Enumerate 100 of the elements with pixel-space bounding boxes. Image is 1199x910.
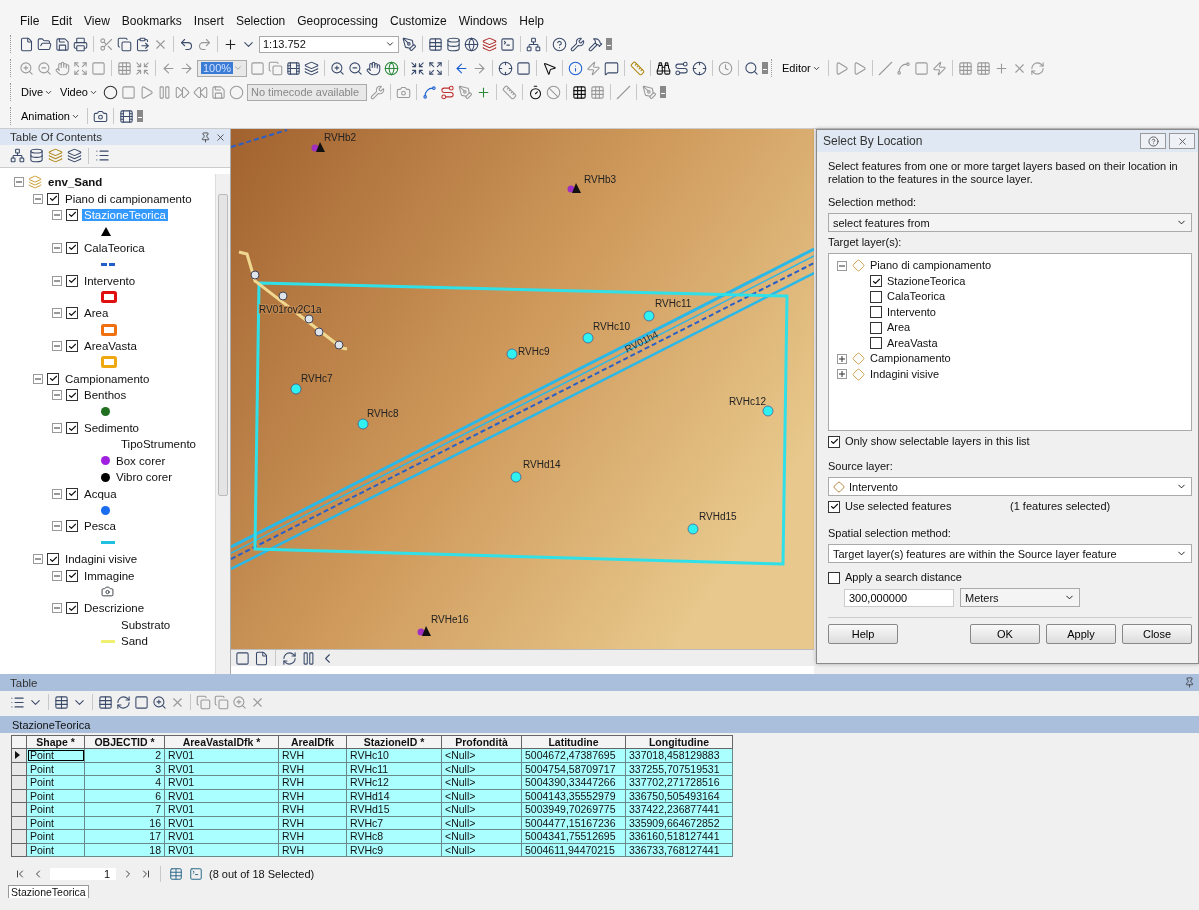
animation-menu[interactable]: Animation (19, 110, 82, 122)
column-header[interactable]: AreaIDfk (278, 735, 347, 749)
layer-name[interactable]: Sedimento (82, 422, 141, 435)
column-header[interactable]: Longitudine (625, 735, 733, 749)
checkbox[interactable] (66, 241, 78, 254)
collapse-icon[interactable] (52, 521, 62, 532)
selection-method-dropdown[interactable]: select features from (828, 213, 1192, 232)
collapse-icon[interactable] (33, 193, 43, 204)
table-icon[interactable] (428, 36, 443, 52)
cut-icon[interactable] (99, 36, 114, 52)
checkbox[interactable] (870, 275, 882, 288)
checkbox[interactable] (870, 321, 882, 334)
collapse-icon[interactable] (52, 423, 62, 434)
zoom-out-icon[interactable] (348, 60, 363, 76)
menu-item[interactable]: Windows (452, 12, 514, 30)
column-header[interactable]: Shape * (26, 735, 85, 749)
film-icon[interactable] (118, 108, 134, 124)
layers-icon[interactable] (482, 36, 497, 52)
checkbox[interactable] (870, 306, 882, 319)
layer-name[interactable]: Benthos (82, 389, 129, 402)
source-layer-dropdown[interactable]: Intervento (828, 477, 1192, 496)
layer-name[interactable]: CalaTeorica (887, 290, 946, 304)
collapse-icon[interactable] (52, 242, 62, 253)
layer-name[interactable]: env_Sand (46, 176, 105, 189)
column-header[interactable]: OBJECTID * (84, 735, 165, 749)
spatial-method-dropdown[interactable]: Target layer(s) features are within the Source layer feature (828, 544, 1192, 563)
checkbox[interactable] (47, 553, 59, 566)
pen-icon[interactable] (402, 36, 417, 52)
slash-icon[interactable] (615, 84, 631, 100)
stack-icon[interactable] (304, 60, 319, 76)
checkbox[interactable] (870, 290, 882, 303)
fast-forward-icon[interactable] (174, 84, 190, 100)
record-icon[interactable] (228, 84, 244, 100)
close-button[interactable] (1169, 133, 1195, 149)
layer-name[interactable]: Piano di campionamento (870, 259, 992, 273)
layer-name[interactable]: Intervento (887, 305, 936, 319)
pin-icon[interactable] (200, 131, 211, 143)
pointer-icon[interactable] (542, 60, 557, 76)
layer-name[interactable]: Campionamento (63, 372, 152, 385)
checkbox[interactable] (47, 372, 59, 385)
pause-icon[interactable] (301, 650, 316, 666)
layer-name[interactable]: AreaVasta (82, 340, 139, 353)
window-icon[interactable] (500, 36, 515, 52)
layer-name[interactable]: Immagine (82, 569, 137, 582)
zoom-in-icon[interactable] (330, 60, 345, 76)
options-icon[interactable] (10, 694, 25, 710)
ruler-icon[interactable] (630, 60, 645, 76)
clock-icon[interactable] (718, 60, 733, 76)
first-page-icon[interactable] (14, 868, 26, 880)
globe-icon[interactable] (384, 60, 399, 76)
shrink-icon[interactable] (410, 60, 425, 76)
film-icon[interactable] (286, 60, 301, 76)
layer-name[interactable]: Indagini visive (870, 367, 940, 381)
checkbox[interactable] (828, 571, 840, 584)
layer-name[interactable]: Intervento (82, 274, 138, 287)
last-page-icon[interactable] (140, 868, 152, 880)
layer-name[interactable]: Piano di campionamento (63, 192, 194, 205)
wrench-icon[interactable] (570, 36, 585, 52)
layer-name[interactable]: Descrizione (82, 602, 147, 615)
curve-icon[interactable] (421, 84, 437, 100)
overflow-icon[interactable] (659, 86, 666, 98)
collapse-icon[interactable] (33, 373, 43, 384)
checkbox[interactable] (47, 192, 59, 205)
editor-menu[interactable]: Editor (780, 62, 823, 74)
column-header[interactable]: AreaVastaIDfk * (164, 735, 279, 749)
overflow-icon[interactable] (762, 62, 768, 74)
binoculars-icon[interactable] (656, 60, 671, 76)
hammer-icon[interactable] (588, 36, 603, 52)
collapse-icon[interactable] (52, 390, 62, 401)
menu-item[interactable]: Bookmarks (115, 12, 188, 30)
expand-icon[interactable] (428, 60, 443, 76)
close-icon[interactable] (215, 131, 226, 143)
layer-name[interactable]: Pesca (82, 520, 118, 533)
help-title-button[interactable] (1140, 133, 1166, 149)
plus-icon[interactable] (475, 84, 491, 100)
checkbox[interactable] (66, 422, 78, 435)
curve-icon[interactable] (895, 60, 911, 76)
menu-item[interactable]: Help (513, 12, 551, 30)
menu-item[interactable]: Selection (229, 12, 292, 30)
arrow-right-icon[interactable] (472, 60, 487, 76)
undo-icon[interactable] (179, 36, 194, 52)
route-icon[interactable] (439, 84, 455, 100)
arrow-left-icon[interactable] (454, 60, 469, 76)
line-icon[interactable] (877, 60, 893, 76)
column-header[interactable]: Latitudine (521, 735, 626, 749)
rotate-icon[interactable] (1029, 60, 1045, 76)
menu-item[interactable]: Insert (187, 12, 230, 30)
plus-icon[interactable] (993, 60, 1009, 76)
layer-name[interactable]: Campionamento (870, 352, 951, 366)
paste-icon[interactable] (135, 36, 150, 52)
collapse-icon[interactable] (33, 554, 43, 565)
layer-name[interactable]: Area (887, 321, 911, 335)
checkbox[interactable] (66, 307, 78, 320)
collapse-icon[interactable] (14, 177, 24, 188)
layer-name[interactable]: AreaVasta (887, 336, 938, 350)
units-dropdown[interactable]: Meters (960, 588, 1080, 607)
checkbox[interactable] (66, 602, 78, 615)
pan-icon[interactable] (366, 60, 381, 76)
video-menu[interactable]: Video (58, 86, 100, 98)
checkbox[interactable] (66, 389, 78, 402)
